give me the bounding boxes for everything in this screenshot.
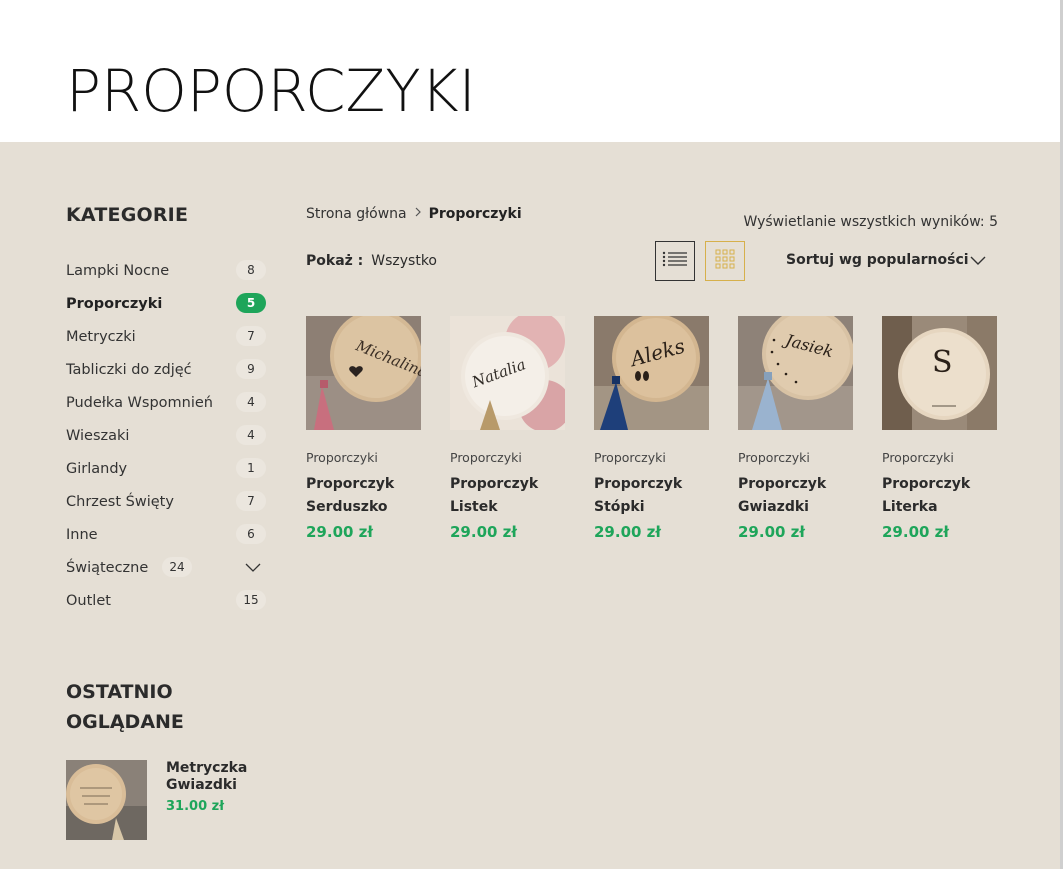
sidebar: KATEGORIE Lampki Nocne 8 Proporczyki 5 M… [66,200,271,610]
category-count: 8 [236,260,266,280]
category-item-lampki-nocne[interactable]: Lampki Nocne 8 [66,254,266,287]
product-price: 29.00 zł [738,523,805,541]
categories-title: KATEGORIE [66,204,189,226]
product-card: S Proporczyki Proporczyk Literka 29.00 z… [882,316,997,541]
recently-viewed: OSTATNIO OGLĄDANE Metryczka Gwiazdki 31.… [66,677,286,840]
category-label: Chrzest Święty [66,493,174,510]
category-count: 7 [236,491,266,511]
category-count: 1 [236,458,266,478]
page-title: PROPORCZYKI [66,57,476,125]
chevron-down-icon [970,254,986,270]
product-name[interactable]: Proporczyk Stópki [594,473,709,519]
product-image-text: S [932,345,953,380]
product-name-line: Literka [882,499,938,515]
product-card: Jasiek Proporczyki Proporczyk Gwiazdki 2… [738,316,853,541]
product-price: 29.00 zł [594,523,661,541]
category-label: Proporczyki [66,295,163,312]
category-label: Tabliczki do zdjęć [66,361,192,378]
category-item-swiateczne[interactable]: Świąteczne 24 [66,551,266,584]
product-price: 29.00 zł [450,523,517,541]
recently-viewed-title: OSTATNIO OGLĄDANE [66,681,184,733]
product-name-line: Serduszko [306,499,388,515]
category-item-girlandy[interactable]: Girlandy 1 [66,452,266,485]
category-count: 24 [162,557,192,577]
category-label: Outlet [66,592,111,609]
product-category[interactable]: Proporczyki [306,450,421,465]
product-price: 29.00 zł [882,523,949,541]
product-grid: Michalina Proporczyki Proporczyk Serdusz… [306,316,998,556]
product-card: Natalia Proporczyki Proporczyk Listek 29… [450,316,565,541]
product-image[interactable]: Jasiek [738,316,853,430]
category-label: Metryczki [66,328,136,345]
category-label: Pudełka Wspomnień [66,394,213,411]
category-item-wieszaki[interactable]: Wieszaki 4 [66,419,266,452]
product-card: Michalina Proporczyki Proporczyk Serdusz… [306,316,421,541]
category-item-tabliczki[interactable]: Tabliczki do zdjęć 9 [66,353,266,386]
breadcrumb-current: Proporczyki [428,206,522,222]
sort-label: Sortuj wg popularności [786,252,969,268]
category-item-chrzest[interactable]: Chrzest Święty 7 [66,485,266,518]
product-image[interactable]: Michalina [306,316,421,430]
breadcrumb-home-link[interactable]: Strona główna [306,206,407,222]
show-label: Pokaż : [306,253,364,269]
product-price: 29.00 zł [306,523,373,541]
product-category[interactable]: Proporczyki [738,450,853,465]
product-name-line: Gwiazdki [738,499,809,515]
grid-view-icon [715,249,735,273]
category-label: Wieszaki [66,427,130,444]
product-name-line: Proporczyk [306,476,395,492]
product-category[interactable]: Proporczyki [594,450,709,465]
category-item-metryczki[interactable]: Metryczki 7 [66,320,266,353]
category-count: 9 [236,359,266,379]
product-card: Aleks Proporczyki Proporczyk Stópki 29.0… [594,316,709,541]
product-name-line: Listek [450,499,498,515]
product-name[interactable]: Proporczyk Serduszko [306,473,421,519]
product-category[interactable]: Proporczyki [450,450,565,465]
category-label: Girlandy [66,460,128,477]
product-name-line: Proporczyk [882,476,971,492]
product-category[interactable]: Proporczyki [882,450,997,465]
category-item-pudelka[interactable]: Pudełka Wspomnień 4 [66,386,266,419]
category-count: 5 [236,293,266,313]
category-label: Świąteczne [66,559,149,576]
product-name-line: Stópki [594,499,645,515]
show-all-option[interactable]: Wszystko [371,253,437,269]
product-image[interactable]: Aleks [594,316,709,430]
recent-product[interactable]: Metryczka Gwiazdki 31.00 zł [66,760,286,840]
show-per-page: Pokaż : Wszystko [306,253,437,269]
category-label: Inne [66,526,98,543]
list-view-icon [662,250,688,272]
recent-product-image[interactable] [66,760,147,840]
sort-dropdown[interactable]: Sortuj wg popularności [786,252,996,272]
product-name-line: Proporczyk [594,476,683,492]
chevron-down-icon[interactable] [244,559,262,575]
result-count: Wyświetlanie wszystkich wyników: 5 [743,214,998,230]
category-label: Lampki Nocne [66,262,170,279]
product-name[interactable]: Proporczyk Gwiazdki [738,473,853,519]
breadcrumb: Strona główna Proporczyki [306,206,522,222]
chevron-right-icon [413,206,423,222]
category-count: 4 [236,392,266,412]
recent-product-price: 31.00 zł [166,799,225,814]
category-count: 6 [236,524,266,544]
grid-view-button[interactable] [705,241,745,281]
product-image[interactable]: S [882,316,997,430]
product-name[interactable]: Proporczyk Listek [450,473,565,519]
category-count: 7 [236,326,266,346]
page-header: PROPORCZYKI [0,0,1063,142]
product-name-line: Proporczyk [450,476,539,492]
category-item-inne[interactable]: Inne 6 [66,518,266,551]
category-item-outlet[interactable]: Outlet 15 [66,584,266,617]
category-list: Lampki Nocne 8 Proporczyki 5 Metryczki 7… [66,254,266,617]
product-name[interactable]: Proporczyk Literka [882,473,997,519]
category-count: 4 [236,425,266,445]
recent-product-name[interactable]: Metryczka Gwiazdki [166,760,286,794]
product-image[interactable]: Natalia [450,316,565,430]
category-count: 15 [236,590,266,610]
list-view-button[interactable] [655,241,695,281]
category-item-proporczyki[interactable]: Proporczyki 5 [66,287,266,320]
product-name-line: Proporczyk [738,476,827,492]
